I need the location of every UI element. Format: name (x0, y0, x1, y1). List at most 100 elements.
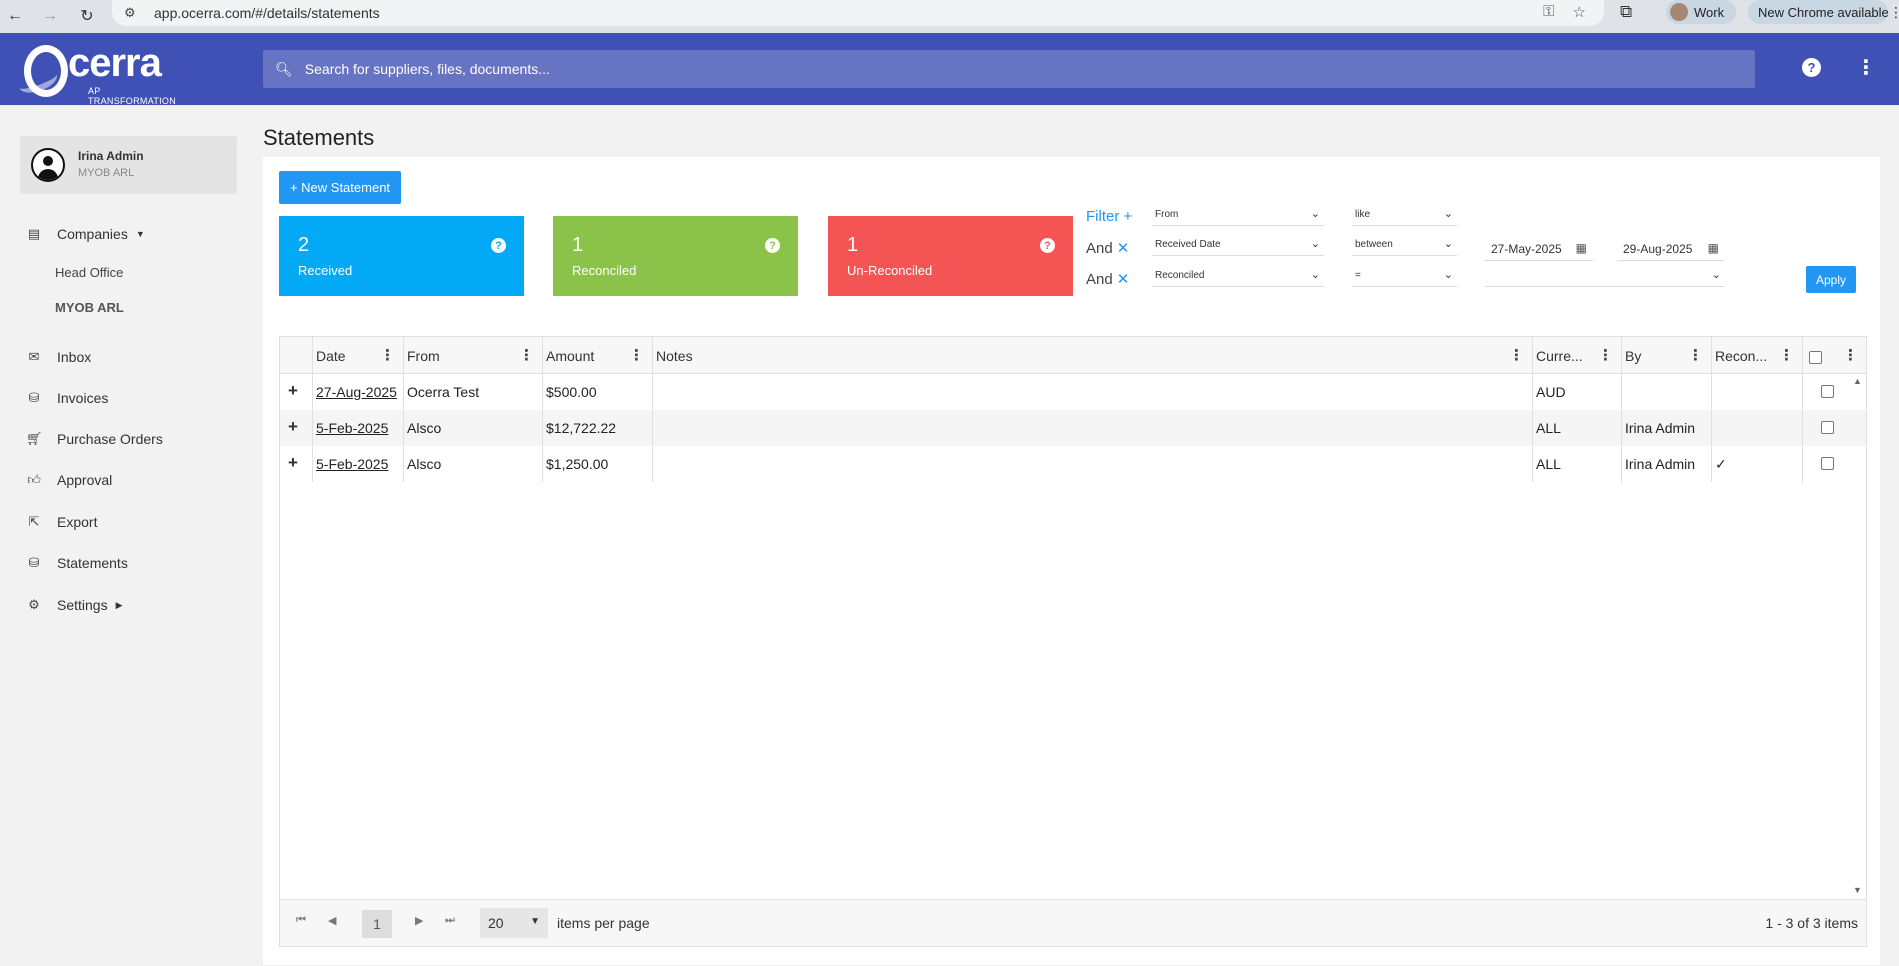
global-search[interactable]: 🔍︎ (263, 50, 1755, 88)
scroll-up-icon[interactable]: ▲ (1853, 376, 1862, 386)
new-statement-button[interactable]: + New Statement (279, 171, 401, 204)
tile-reconciled[interactable]: 1 Reconciled ? (553, 216, 798, 296)
sidebar-item-approval[interactable]: 👍︎ Approval (26, 472, 112, 488)
remove-filter-icon[interactable]: ✕ (1117, 271, 1130, 288)
sidebar-item-inbox[interactable]: ✉ Inbox (26, 349, 92, 365)
scroll-down-icon[interactable]: ▼ (1853, 885, 1862, 895)
chevron-down-icon: ⌄ (1443, 269, 1453, 281)
sidebar-item-invoices[interactable]: ⛁ Invoices (26, 390, 109, 406)
column-amount[interactable]: Amount ⋮ (542, 337, 652, 374)
row-date-link[interactable]: 27-Aug-2025 (312, 374, 403, 410)
tile-unreconciled-count: 1 (847, 234, 859, 256)
tile-received[interactable]: 2 Received ? (279, 216, 524, 296)
more-menu-icon[interactable]: ⋮ (1856, 55, 1876, 80)
apply-filter-button[interactable]: Apply (1806, 266, 1856, 293)
chevron-down-icon: ▼ (135, 229, 145, 239)
first-page-icon[interactable]: ⏮ (296, 914, 306, 927)
expand-row-icon[interactable]: + (288, 381, 298, 401)
table-row[interactable]: + 5-Feb-2025 Alsco $1,250.00 ALL Irina A… (280, 446, 1866, 482)
select-all-checkbox[interactable] (1809, 351, 1822, 364)
calendar-icon[interactable]: ▦ (1708, 241, 1719, 255)
forward-icon[interactable]: → (36, 2, 64, 30)
filter-field-select[interactable]: Received Date ⌄ (1152, 234, 1324, 256)
profile-chip[interactable]: Work (1666, 0, 1736, 24)
calendar-icon[interactable]: ▦ (1576, 241, 1587, 255)
expand-row-icon[interactable]: + (288, 453, 298, 473)
column-menu-icon[interactable]: ⋮ (1688, 346, 1703, 364)
column-menu-icon[interactable]: ⋮ (1598, 346, 1613, 364)
bookmark-star-icon[interactable]: ☆ (1573, 3, 1586, 21)
extensions-icon[interactable]: ⧉ (1620, 2, 1632, 22)
row-from: Alsco (403, 410, 542, 446)
filter-operator-select[interactable]: = ⌄ (1352, 265, 1457, 287)
row-currency: AUD (1532, 374, 1621, 410)
help-icon[interactable]: ? (491, 238, 506, 253)
reload-icon[interactable]: ↻ (73, 2, 101, 30)
remove-filter-icon[interactable]: ✕ (1117, 240, 1130, 257)
row-checkbox[interactable] (1821, 457, 1834, 470)
password-key-icon[interactable]: ⚿ (1543, 3, 1554, 21)
row-amount: $500.00 (542, 374, 652, 410)
help-icon[interactable]: ? (1040, 238, 1055, 253)
column-currency[interactable]: Curre... ⋮ (1532, 337, 1621, 374)
prev-page-icon[interactable]: ◀ (328, 914, 336, 927)
date-from-field[interactable]: 27-May-2025 ▦ (1485, 237, 1593, 261)
table-row[interactable]: + 27-Aug-2025 Ocerra Test $500.00 AUD (280, 374, 1866, 410)
row-by: Irina Admin (1621, 446, 1711, 482)
filter-value-select[interactable]: ⌄ (1485, 265, 1725, 287)
column-menu-icon[interactable]: ⋮ (1843, 346, 1858, 364)
column-by[interactable]: By ⋮ (1621, 337, 1711, 374)
user-card[interactable]: Irina Admin MYOB ARL (20, 136, 237, 194)
logo-ring (24, 45, 68, 97)
column-reconciled[interactable]: Recon... ⋮ (1711, 337, 1802, 374)
current-page-button[interactable]: 1 (362, 910, 392, 938)
last-page-icon[interactable]: ⏭ (445, 914, 455, 927)
browser-toolbar: ← → ↻ ⚙ app.ocerra.com/#/details/stateme… (0, 0, 1899, 33)
column-menu-icon[interactable]: ⋮ (1509, 346, 1524, 364)
search-icon: 🔍︎ (275, 60, 293, 77)
expand-row-icon[interactable]: + (288, 417, 298, 437)
chrome-update-button[interactable]: New Chrome available (1748, 0, 1889, 24)
search-input[interactable] (304, 61, 1705, 77)
sidebar-item-purchase-orders[interactable]: 🛒︎ Purchase Orders (26, 431, 163, 447)
back-icon[interactable]: ← (1, 2, 29, 30)
sidebar-item-statements[interactable]: ⛁ Statements (26, 555, 128, 571)
basket-icon: ⛁ (28, 390, 40, 405)
column-menu-icon[interactable]: ⋮ (380, 346, 395, 364)
column-date[interactable]: Date ⋮ (312, 337, 403, 374)
row-checkbox[interactable] (1821, 421, 1834, 434)
date-to-field[interactable]: 29-Aug-2025 ▦ (1617, 237, 1725, 261)
site-settings-icon[interactable]: ⚙ (124, 5, 140, 21)
browser-menu-icon[interactable]: ⋮ (1889, 4, 1899, 21)
next-page-icon[interactable]: ▶ (415, 914, 423, 927)
company-head-office[interactable]: Head Office (55, 265, 123, 280)
filter-field-select[interactable]: Reconciled ⌄ (1152, 265, 1324, 287)
row-date-link[interactable]: 5-Feb-2025 (312, 410, 403, 446)
help-icon[interactable]: ? (1802, 58, 1821, 77)
companies-icon: ▤ (27, 226, 41, 241)
filter-field-select[interactable]: From ⌄ (1152, 204, 1324, 226)
filter-operator-select[interactable]: like ⌄ (1352, 204, 1457, 226)
help-icon[interactable]: ? (765, 238, 780, 253)
sidebar-item-companies[interactable]: ▤ Companies ▼ (26, 226, 145, 242)
add-filter-link[interactable]: Filter + (1086, 208, 1132, 225)
column-menu-icon[interactable]: ⋮ (1779, 346, 1794, 364)
column-menu-icon[interactable]: ⋮ (519, 346, 534, 364)
statements-grid: Date ⋮ From ⋮ Amount ⋮ Notes ⋮ Curre... ⋮ By ⋮… (279, 336, 1867, 947)
company-myob-arl[interactable]: MYOB ARL (55, 300, 124, 315)
address-bar[interactable]: ⚙ app.ocerra.com/#/details/statements ⚿ … (112, 0, 1604, 26)
chevron-down-icon: ⌄ (1310, 269, 1320, 281)
sidebar-item-settings[interactable]: ⚙ Settings ▶ (26, 597, 122, 613)
table-row[interactable]: + 5-Feb-2025 Alsco $12,722.22 ALL Irina … (280, 410, 1866, 446)
sidebar-item-export[interactable]: ⇱ Export (26, 514, 98, 530)
column-from[interactable]: From ⋮ (403, 337, 542, 374)
row-date-link[interactable]: 5-Feb-2025 (312, 446, 403, 482)
row-checkbox[interactable] (1821, 385, 1834, 398)
filter-operator-select[interactable]: between ⌄ (1352, 234, 1457, 256)
column-menu-icon[interactable]: ⋮ (629, 346, 644, 364)
tile-unreconciled[interactable]: 1 Un-Reconciled ? (828, 216, 1073, 296)
thumbs-icon: 👍︎ (27, 472, 41, 487)
column-notes[interactable]: Notes ⋮ (652, 337, 1532, 374)
ocerra-logo[interactable]: cerra AP TRANSFORMATION (15, 41, 188, 106)
page-size-select[interactable]: 20 ▼ (480, 908, 548, 938)
